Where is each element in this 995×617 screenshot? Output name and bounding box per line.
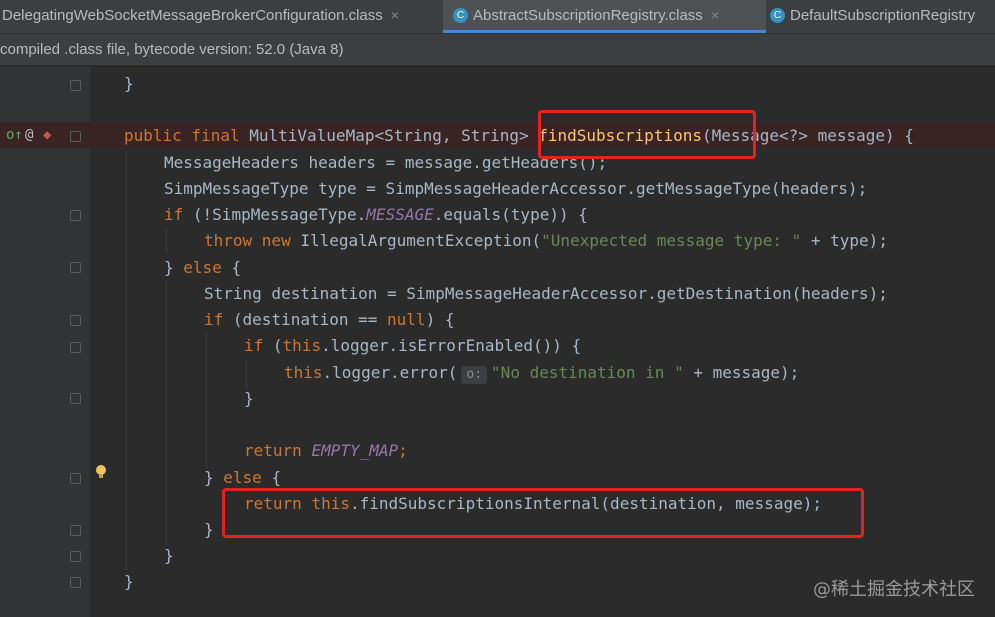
tab-label: DelegatingWebSocketMessageBrokerConfigur… [2, 7, 383, 24]
class-icon: C [453, 7, 468, 23]
close-icon[interactable]: × [711, 7, 719, 23]
code-line: return EMPTY_MAP; [244, 441, 408, 460]
fold-marker[interactable] [70, 80, 81, 91]
indent-guide [166, 280, 167, 545]
code-line: throw new IllegalArgumentException("Unex… [204, 231, 888, 250]
tab-abstract-subscription-registry[interactable]: C AbstractSubscriptionRegistry.class × [443, 0, 766, 33]
code-line: SimpMessageType type = SimpMessageHeader… [164, 179, 868, 198]
code-line: this.logger.error(o: "No destination in "… [284, 363, 800, 384]
class-icon: C [770, 7, 785, 23]
tab-label: AbstractSubscriptionRegistry.class [473, 7, 703, 24]
highlight-box-method-name [538, 110, 756, 159]
close-icon[interactable]: × [391, 7, 399, 23]
code-line: String destination = SimpMessageHeaderAc… [204, 284, 888, 303]
code-line: if (this.logger.isErrorEnabled()) { [244, 336, 582, 355]
info-bar-text: compiled .class file, bytecode version: … [0, 41, 344, 58]
indent-guide [126, 150, 127, 570]
code-line: } [124, 74, 134, 93]
code-line: } else { [164, 258, 242, 277]
breakpoint-icon[interactable]: ◆ [43, 127, 51, 143]
code-line: } [244, 389, 254, 408]
fold-marker[interactable] [70, 551, 81, 562]
tab-label: DefaultSubscriptionRegistry [790, 7, 976, 24]
code-line: if (destination == null) { [204, 310, 455, 329]
decompiled-info-bar: compiled .class file, bytecode version: … [0, 34, 995, 66]
fold-marker[interactable] [70, 393, 81, 404]
code-line: } [204, 520, 214, 539]
indent-guide [166, 228, 167, 254]
code-line-method-signature: public final MultiValueMap<String, Strin… [124, 126, 914, 145]
fold-marker[interactable] [70, 525, 81, 536]
fold-marker[interactable] [70, 342, 81, 353]
editor-tab-bar: DelegatingWebSocketMessageBrokerConfigur… [0, 0, 995, 34]
fold-marker[interactable] [70, 131, 81, 142]
fold-marker[interactable] [70, 210, 81, 221]
code-line: if (!SimpMessageType.MESSAGE.equals(type… [164, 205, 588, 224]
fold-marker[interactable] [70, 577, 81, 588]
code-line: } [164, 546, 174, 565]
indent-guide [206, 333, 207, 468]
tab-default-subscription-registry[interactable]: C DefaultSubscriptionRegistry [766, 0, 995, 33]
fold-marker[interactable] [70, 262, 81, 273]
highlight-box-return-statement [222, 488, 864, 538]
parameter-hint: o: [461, 366, 488, 384]
code-line: } [124, 572, 134, 591]
fold-marker[interactable] [70, 473, 81, 484]
tab-delegating-websocket-config[interactable]: DelegatingWebSocketMessageBrokerConfigur… [0, 0, 443, 33]
watermark: @稀土掘金技术社区 [813, 579, 975, 600]
override-icon[interactable]: o↑ [6, 127, 23, 143]
lightbulb-icon[interactable] [95, 465, 107, 479]
annotation-icon[interactable]: @ [25, 127, 33, 143]
fold-marker[interactable] [70, 315, 81, 326]
